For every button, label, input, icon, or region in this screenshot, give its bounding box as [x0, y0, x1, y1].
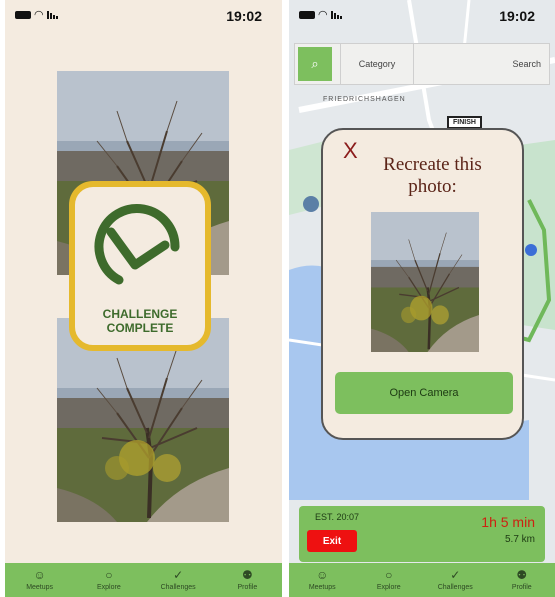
status-time: 19:02: [499, 8, 535, 24]
wifi-icon: ◠: [34, 9, 44, 21]
arrival-estimate: EST. 20:07: [315, 512, 360, 522]
nav-label-challenges: Challenges: [160, 584, 196, 591]
signal-icon: [46, 11, 58, 19]
status-icons: ◠: [299, 9, 342, 21]
category-dropdown[interactable]: Category: [340, 44, 414, 84]
nav-item-challenges[interactable]: ✓ Challenges: [144, 563, 213, 597]
trip-panel: EST. 20:07 Exit 1h 5 min 5.7 km: [299, 506, 545, 562]
checkmark-circle-icon: [94, 204, 180, 285]
badge-text: CHALLENGE COMPLETE: [75, 307, 205, 335]
search-input[interactable]: Search: [414, 59, 549, 69]
nav-item-explore[interactable]: ○ Explore: [356, 563, 423, 597]
bottom-nav: ☺ Meetups ○ Explore ✓ Challenges ⚉ Profile: [289, 563, 555, 597]
map-challenge-screen: ◠ 19:02 ⌕ Category Search FRIEDRICHSHAGE…: [289, 0, 555, 597]
bottom-nav: ☺ Meetups ○ Explore ✓ Challenges ⚉ Profile: [5, 563, 282, 597]
recreate-photo-modal: X Recreate this photo: Open Camera: [321, 128, 524, 440]
nav-item-profile[interactable]: ⚉ Profile: [213, 563, 282, 597]
nav-item-meetups[interactable]: ☺ Meetups: [289, 563, 356, 597]
people-icon: ☺: [33, 568, 46, 582]
signal-icon: [330, 11, 342, 19]
person-icon: ⚉: [516, 568, 528, 582]
challenge-complete-badge: CHALLENGE COMPLETE: [69, 181, 211, 351]
compass-icon: ○: [105, 568, 113, 582]
close-button[interactable]: X: [343, 138, 358, 164]
target-photo: [371, 212, 479, 352]
battery-icon: [15, 11, 31, 19]
challenge-complete-screen: ◠ 19:02 CHALLENGE COMPLETE ☺ Meetups ○ Exp…: [5, 0, 282, 597]
trip-distance: 5.7 km: [504, 534, 535, 545]
nav-label-meetups: Meetups: [26, 584, 54, 591]
nav-item-challenges[interactable]: ✓ Challenges: [422, 563, 489, 597]
battery-icon: [299, 11, 315, 19]
check-icon: ✓: [450, 568, 461, 582]
nav-label-profile: Profile: [511, 584, 532, 591]
map-street-label: FRIEDRICHSHAGEN: [323, 96, 406, 103]
open-camera-button[interactable]: Open Camera: [335, 372, 513, 414]
check-icon: ✓: [173, 568, 184, 582]
badge-line-2: COMPLETE: [106, 321, 174, 335]
compass-icon: ○: [385, 568, 393, 582]
badge-line-1: CHALLENGE: [102, 307, 178, 321]
search-bar: ⌕ Category Search: [294, 43, 550, 85]
nav-item-meetups[interactable]: ☺ Meetups: [5, 563, 74, 597]
person-icon: ⚉: [241, 568, 253, 582]
trip-duration: 1h 5 min: [481, 514, 535, 530]
nav-label-explore: Explore: [97, 584, 121, 591]
status-bar: ◠ 19:02: [5, 0, 282, 30]
nav-item-explore[interactable]: ○ Explore: [74, 563, 143, 597]
search-icon: ⌕: [311, 56, 319, 71]
exit-button[interactable]: Exit: [307, 530, 357, 552]
nav-label-challenges: Challenges: [437, 584, 473, 591]
wifi-icon: ◠: [318, 9, 328, 21]
search-button[interactable]: ⌕: [298, 47, 332, 81]
status-time: 19:02: [226, 8, 262, 24]
nav-item-profile[interactable]: ⚉ Profile: [489, 563, 555, 597]
nav-label-explore: Explore: [376, 584, 401, 591]
modal-title: Recreate this photo:: [383, 154, 482, 197]
status-bar: ◠ 19:02: [289, 0, 555, 30]
people-icon: ☺: [316, 568, 329, 582]
status-icons: ◠: [15, 9, 58, 21]
nav-label-meetups: Meetups: [308, 584, 336, 591]
nav-label-profile: Profile: [237, 584, 258, 591]
